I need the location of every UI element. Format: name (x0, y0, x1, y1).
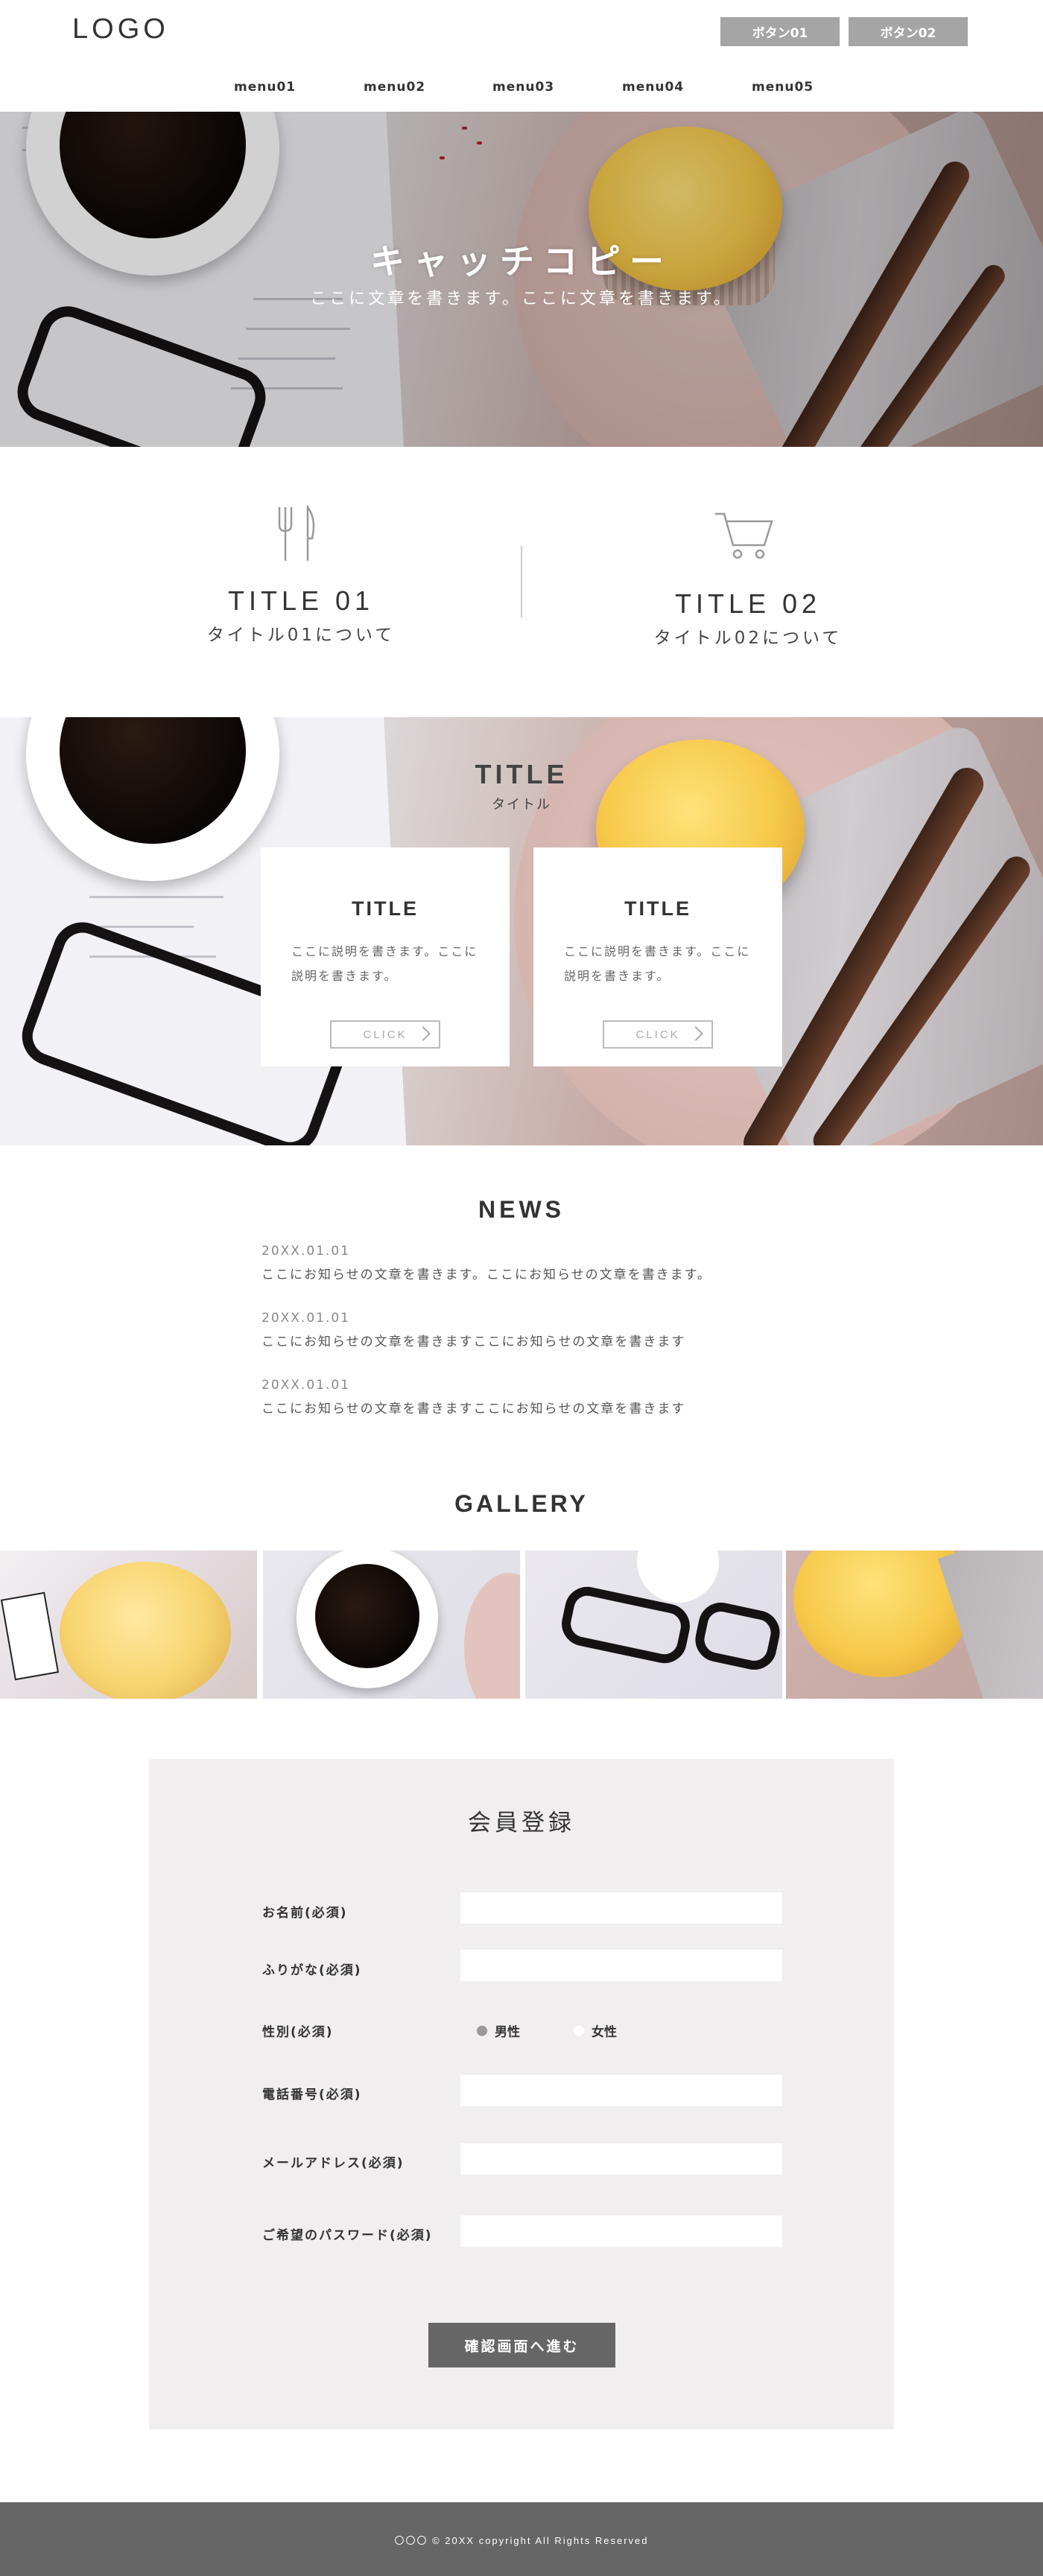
card-button-label: CLICK (363, 1028, 408, 1041)
news-item[interactable]: ここにお知らせの文章を書きますここにお知らせの文章を書きます (261, 1398, 685, 1416)
news-item[interactable]: ここにお知らせの文章を書きます。ここにお知らせの文章を書きます。 (261, 1264, 711, 1282)
card-click-button[interactable]: CLICK (603, 1020, 713, 1049)
cupcake (60, 1562, 231, 1699)
gender-option-label: 男性 (495, 2025, 520, 2040)
name-input[interactable] (460, 1892, 782, 1924)
section-subtitle: タイトル (492, 797, 551, 812)
gallery-image-3[interactable] (525, 1551, 782, 1699)
card-text: ここに説明を書きます。ここに説明を書きます。 (564, 944, 751, 983)
feature-title-02: TITLE 02 (674, 588, 822, 619)
glasses (691, 1598, 782, 1674)
card-text: ここに説明を書きます。ここに説明を書きます。 (291, 944, 478, 983)
registration-form: 会員登録 お名前(必須) ふりがな(必須) 性別(必須) 男性 女性 電話番号(… (149, 1759, 894, 2429)
name-label: お名前(必須) (262, 1906, 348, 1921)
nav-menu01[interactable]: menu01 (234, 80, 296, 95)
news-date: 20XX.01.01 (261, 1378, 350, 1393)
hero-subtext: ここに文章を書きます。ここに文章を書きます。 (310, 290, 733, 308)
phone-input[interactable] (460, 2075, 782, 2106)
card-title: TITLE (624, 897, 691, 920)
logo[interactable]: LOGO (72, 13, 169, 45)
features-section: TITLE 01 タイトル01について TITLE 02 タイトル02について (0, 447, 1043, 717)
phone-label: 電話番号(必須) (262, 2087, 362, 2102)
cart-icon (715, 512, 773, 559)
news-date: 20XX.01.01 (261, 1311, 350, 1326)
email-input[interactable] (460, 2143, 782, 2175)
coffee (315, 1564, 419, 1668)
chevron-right-icon (416, 1026, 431, 1041)
password-label: ご希望のパスワード(必須) (262, 2228, 433, 2243)
chevron-right-icon (688, 1026, 703, 1041)
gender-option-label: 女性 (592, 2025, 617, 2040)
submit-button[interactable]: 確認画面へ進む (428, 2323, 615, 2367)
header-button-02[interactable]: ボタン02 (849, 17, 968, 46)
news-item[interactable]: ここにお知らせの文章を書きますここにお知らせの文章を書きます (261, 1331, 685, 1349)
divider (521, 546, 522, 617)
book (0, 1591, 60, 1681)
feature-title-01: TITLE 01 (227, 585, 375, 616)
nav-menu04[interactable]: menu04 (622, 80, 684, 95)
cutlery-icon (278, 504, 315, 561)
paper-text-line (89, 896, 224, 898)
radio-unselected-icon (574, 2025, 584, 2036)
coffee-cup (637, 1551, 719, 1603)
gender-radio-male[interactable]: 男性 (477, 2021, 520, 2040)
info-card: TITLE ここに説明を書きます。ここに説明を書きます。 CLICK (533, 847, 782, 1066)
gallery-title: GALLERY (454, 1490, 589, 1517)
feature-sub-02: タイトル02について (653, 629, 843, 648)
card-button-label: CLICK (635, 1028, 680, 1041)
password-input[interactable] (460, 2216, 782, 2247)
gallery-image-2[interactable] (263, 1551, 520, 1699)
news-title: NEWS (478, 1196, 565, 1223)
section-title: TITLE (475, 759, 568, 789)
radio-selected-icon (477, 2025, 487, 2036)
paper-text-line (89, 926, 194, 928)
kana-label: ふりがな(必須) (262, 1963, 362, 1978)
kana-input[interactable] (460, 1950, 782, 1981)
email-label: メールアドレス(必須) (262, 2156, 405, 2171)
copyright: 〇〇〇 © 20XX copyright All Rights Reserved (394, 2535, 649, 2546)
feature-sub-01: タイトル01について (206, 626, 396, 645)
gallery-image-4[interactable] (786, 1551, 1043, 1699)
nav-menu05[interactable]: menu05 (752, 80, 814, 95)
plate (464, 1573, 520, 1699)
hero-image: キャッチコピー ここに文章を書きます。ここに文章を書きます。 (0, 112, 1043, 447)
info-card: TITLE ここに説明を書きます。ここに説明を書きます。 CLICK (261, 847, 510, 1066)
news-date: 20XX.01.01 (261, 1244, 350, 1259)
header-button-01[interactable]: ボタン01 (720, 17, 840, 46)
site-header: LOGO ボタン01 ボタン02 menu01 menu02 menu03 me… (0, 0, 1043, 112)
gender-label: 性別(必須) (262, 2025, 334, 2040)
gender-radio-female[interactable]: 女性 (574, 2021, 617, 2040)
site-footer: 〇〇〇 © 20XX copyright All Rights Reserved (0, 2502, 1043, 2576)
gallery-image-1[interactable] (0, 1551, 257, 1699)
card-click-button[interactable]: CLICK (330, 1020, 440, 1049)
catch-copy: キャッチコピー (370, 241, 673, 282)
nav-menu02[interactable]: menu02 (364, 80, 425, 95)
card-title: TITLE (352, 897, 419, 920)
nav-menu03[interactable]: menu03 (492, 80, 554, 95)
cards-section: TITLE タイトル TITLE ここに説明を書きます。ここに説明を書きます。 … (0, 717, 1043, 1145)
form-title: 会員登録 (468, 1810, 575, 1836)
